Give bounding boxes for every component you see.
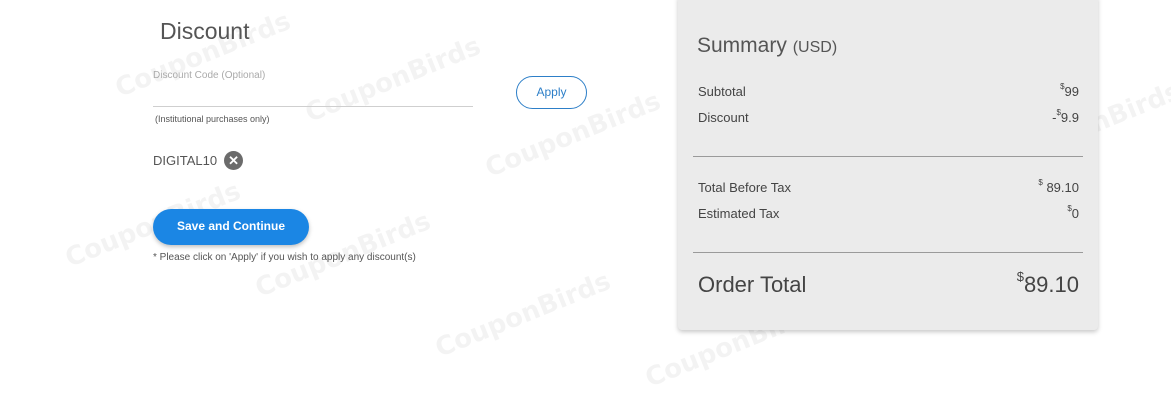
discount-code-input[interactable] <box>153 84 473 107</box>
estimated-tax-value: $0 <box>1067 204 1079 221</box>
apply-note: * Please click on 'Apply' if you wish to… <box>153 252 416 263</box>
summary-title: Summary (USD) <box>697 34 837 58</box>
total-before-tax-label: Total Before Tax <box>698 180 791 195</box>
order-total-value: $89.10 <box>1016 269 1079 298</box>
applied-discount: DIGITAL10 ✕ <box>153 151 244 170</box>
discount-code-label-text: Discount Code <box>153 70 219 81</box>
subtotal-amount: 99 <box>1064 84 1079 99</box>
subtotal-row: Subtotal $99 <box>698 82 1079 99</box>
order-summary-panel: Summary (USD) Subtotal $99 Discount -$9.… <box>678 0 1098 330</box>
subtotal-value: $99 <box>1060 82 1079 99</box>
discount-label: Discount <box>698 110 749 125</box>
order-total-amount: 89.10 <box>1023 272 1079 297</box>
discount-amount: 9.9 <box>1060 110 1079 125</box>
discount-title: Discount <box>160 18 250 44</box>
discount-value: -$9.9 <box>1052 108 1079 125</box>
applied-discount-code: DIGITAL10 <box>153 153 218 168</box>
total-before-tax-amount: 89.10 <box>1046 180 1079 195</box>
watermark: CouponBirds <box>301 31 485 129</box>
save-and-continue-button[interactable]: Save and Continue <box>153 209 309 245</box>
order-total-row: Order Total $89.10 <box>698 269 1079 298</box>
watermark: CouponBirds <box>431 266 615 364</box>
summary-title-text: Summary <box>697 34 787 57</box>
subtotal-label: Subtotal <box>698 84 746 99</box>
currency-symbol: $ <box>1056 108 1061 117</box>
estimated-tax-label: Estimated Tax <box>698 206 780 221</box>
remove-discount-icon[interactable]: ✕ <box>224 151 244 170</box>
currency-symbol: $ <box>1060 82 1065 91</box>
currency-symbol: $ <box>1067 204 1072 213</box>
currency-symbol: $ <box>1038 178 1043 187</box>
discount-code-label: Discount Code (Optional) <box>153 70 265 81</box>
summary-currency: (USD) <box>792 39 838 56</box>
apply-button[interactable]: Apply <box>516 76 587 109</box>
summary-divider <box>693 252 1083 253</box>
summary-divider <box>693 156 1083 157</box>
discount-row: Discount -$9.9 <box>698 108 1079 125</box>
order-total-label: Order Total <box>698 272 807 297</box>
total-before-tax-row: Total Before Tax $ 89.10 <box>698 178 1079 195</box>
discount-code-optional-text: (Optional) <box>221 70 266 81</box>
estimated-tax-row: Estimated Tax $0 <box>698 204 1079 221</box>
total-before-tax-value: $ 89.10 <box>1038 178 1079 195</box>
estimated-tax-amount: 0 <box>1071 206 1079 221</box>
currency-symbol: $ <box>1016 269 1024 284</box>
discount-help-text: (Institutional purchases only) <box>155 114 270 124</box>
